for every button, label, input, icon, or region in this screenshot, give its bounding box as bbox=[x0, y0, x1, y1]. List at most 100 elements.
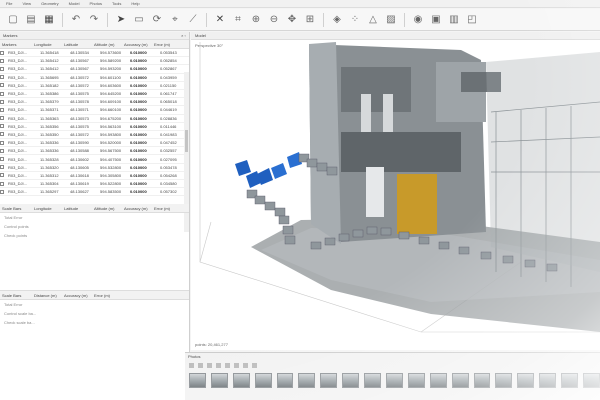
marker-checkbox[interactable] bbox=[0, 157, 4, 162]
marker-checkbox[interactable] bbox=[0, 173, 4, 178]
ruler-icon[interactable]: ◰ bbox=[465, 13, 479, 27]
marker-checkbox[interactable] bbox=[0, 50, 4, 55]
menu-model[interactable]: Model bbox=[69, 1, 80, 6]
photo-thumbnail[interactable] bbox=[517, 373, 535, 388]
marker-checkbox[interactable] bbox=[0, 165, 4, 170]
marker-checkbox[interactable] bbox=[0, 83, 4, 88]
photo-thumbnail[interactable] bbox=[473, 373, 491, 388]
photo-thumbnail[interactable] bbox=[232, 373, 250, 388]
photos-tool-icon[interactable] bbox=[234, 362, 239, 368]
delete-icon[interactable]: ✕ bbox=[213, 13, 227, 27]
photo-thumbnail[interactable] bbox=[429, 373, 447, 388]
scrollbar-thumb[interactable] bbox=[185, 130, 188, 152]
menu-view[interactable]: View bbox=[22, 1, 31, 6]
photo-thumbnail[interactable] bbox=[561, 373, 579, 388]
marker-checkbox[interactable] bbox=[0, 148, 4, 153]
photo-thumbnail[interactable] bbox=[386, 373, 403, 388]
move-icon[interactable]: ✥ bbox=[285, 13, 299, 27]
close-icon[interactable]: × ▫ bbox=[181, 32, 186, 39]
table-row[interactable]: R03_DJI... 11.365695 48.130572 594.601100 0.… bbox=[0, 74, 189, 82]
table-row[interactable]: R03_DJI... 11.365412 48.130567 594.589200 0.… bbox=[0, 57, 189, 66]
photo-thumbnail[interactable] bbox=[583, 373, 600, 388]
crop-icon[interactable]: ⌗ bbox=[231, 13, 245, 27]
mesh-icon[interactable]: △ bbox=[366, 13, 380, 27]
marker-checkbox[interactable] bbox=[0, 58, 4, 63]
photo-thumbnail[interactable] bbox=[210, 373, 228, 388]
select-arrow-icon[interactable]: ➤ bbox=[114, 13, 128, 27]
col-accuracy[interactable]: Accuracy (m) bbox=[122, 204, 152, 212]
table-row[interactable]: R03_DJI... 11.365328 48.130602 594.407500 0.… bbox=[0, 155, 189, 164]
marker-checkbox[interactable] bbox=[0, 132, 4, 137]
photo-thumbnail[interactable] bbox=[320, 373, 338, 388]
table-row[interactable]: R03_DJI... 11.365350 48.130572 594.593800 0.… bbox=[0, 131, 189, 140]
marker-checkbox[interactable] bbox=[0, 66, 4, 71]
menu-photos[interactable]: Photos bbox=[90, 1, 102, 6]
zoom-in-icon[interactable]: ⊕ bbox=[249, 13, 263, 27]
col-accuracy[interactable]: Accuracy (m) bbox=[62, 291, 92, 299]
table-row[interactable]: R03_DJI... 11.365182 48.130572 594.603600 0.… bbox=[0, 82, 189, 90]
menu-help[interactable]: Help bbox=[131, 1, 139, 6]
marker-icon[interactable]: ⌖ bbox=[168, 13, 182, 27]
new-icon[interactable]: ▢ bbox=[6, 13, 20, 27]
table-row[interactable]: R03_DJI... 11.365312 48.130618 594.305800 0.… bbox=[0, 172, 189, 180]
camera-icon[interactable]: ◉ bbox=[411, 13, 425, 27]
marker-checkbox[interactable] bbox=[0, 91, 4, 96]
photos-tool-icon[interactable] bbox=[216, 362, 221, 368]
save-icon[interactable]: ▦ bbox=[42, 13, 56, 27]
marker-checkbox[interactable] bbox=[0, 140, 4, 145]
col-latitude[interactable]: Latitude bbox=[62, 204, 92, 212]
table-row[interactable]: R03_DJI... 11.365386 48.130575 594.645200 0.… bbox=[0, 90, 189, 99]
col-altitude[interactable]: Altitude (m) bbox=[92, 204, 122, 212]
chart-icon[interactable]: ▥ bbox=[447, 13, 461, 27]
photo-thumbnail[interactable] bbox=[364, 373, 382, 388]
col-error[interactable]: Error (m) bbox=[92, 291, 122, 299]
table-row[interactable]: R03_DJI... 11.365297 48.130627 594.583500 0.… bbox=[0, 188, 189, 197]
open-icon[interactable]: ▤ bbox=[24, 13, 38, 27]
marker-checkbox[interactable] bbox=[0, 107, 4, 112]
table-row[interactable]: R03_DJI... 11.365320 48.130605 594.532800 0.… bbox=[0, 164, 189, 172]
col-longitude[interactable]: Longitude bbox=[32, 40, 62, 48]
menu-geometry[interactable]: Geometry bbox=[41, 1, 59, 6]
photos-tool-icon[interactable] bbox=[243, 362, 248, 368]
photo-thumbnail[interactable] bbox=[539, 373, 557, 388]
polyline-icon[interactable]: ⟋ bbox=[186, 13, 200, 27]
photo-thumbnail[interactable] bbox=[298, 373, 316, 388]
menu-file[interactable]: File bbox=[6, 1, 12, 6]
photo-thumbnail[interactable] bbox=[254, 373, 272, 388]
grid-icon[interactable]: ⊞ bbox=[303, 13, 317, 27]
col-scale-bars[interactable]: Scale Bars bbox=[0, 204, 32, 212]
photo-thumbnail[interactable] bbox=[451, 373, 469, 388]
col-latitude[interactable]: Latitude bbox=[62, 40, 92, 48]
table-row[interactable]: R03_DJI... 11.365363 48.130573 594.675200 0.… bbox=[0, 115, 189, 123]
table-row[interactable]: R03_DJI... 11.365336 48.130588 594.567500 0.… bbox=[0, 147, 189, 156]
rotate-icon[interactable]: ⟳ bbox=[150, 13, 164, 27]
photo-thumbnail[interactable] bbox=[276, 373, 294, 388]
photos-tool-icon[interactable] bbox=[189, 362, 194, 368]
col-scale-bars[interactable]: Scale Bars bbox=[0, 291, 32, 299]
redo-icon[interactable]: ↷ bbox=[87, 13, 101, 27]
col-accuracy[interactable]: Accuracy (m) bbox=[122, 40, 152, 48]
marker-checkbox[interactable] bbox=[0, 181, 4, 186]
col-altitude[interactable]: Altitude (m) bbox=[92, 40, 122, 48]
photo-thumbnail[interactable] bbox=[407, 373, 425, 388]
menu-tools[interactable]: Tools bbox=[112, 1, 121, 6]
marker-checkbox[interactable] bbox=[0, 99, 4, 104]
zoom-out-icon[interactable]: ⊖ bbox=[267, 13, 281, 27]
col-error[interactable]: Error (m) bbox=[152, 40, 180, 48]
marker-checkbox[interactable] bbox=[0, 116, 4, 121]
photo-thumbnail[interactable] bbox=[342, 373, 360, 388]
table-row[interactable]: R03_DJI... 11.365412 48.130567 594.593200 0.… bbox=[0, 65, 189, 74]
rectangle-select-icon[interactable]: ▭ bbox=[132, 13, 146, 27]
undo-icon[interactable]: ↶ bbox=[69, 13, 83, 27]
col-error[interactable]: Error (m) bbox=[152, 204, 180, 212]
col-markers[interactable]: Markers bbox=[0, 40, 32, 48]
photos-tool-icon[interactable] bbox=[225, 362, 230, 368]
table-row[interactable]: R03_DJI... 11.365336 48.130590 594.520000 0.… bbox=[0, 139, 189, 148]
texture-icon[interactable]: ▨ bbox=[384, 13, 398, 27]
photo-thumbnail[interactable] bbox=[189, 373, 206, 388]
marker-checkbox[interactable] bbox=[0, 75, 4, 80]
marker-checkbox[interactable] bbox=[0, 189, 4, 194]
photos-tool-icon[interactable] bbox=[207, 362, 212, 368]
shading-icon[interactable]: ◈ bbox=[330, 13, 344, 27]
table-row[interactable]: R03_DJI... 11.365418 48.130534 594.573600 0.… bbox=[0, 49, 189, 58]
